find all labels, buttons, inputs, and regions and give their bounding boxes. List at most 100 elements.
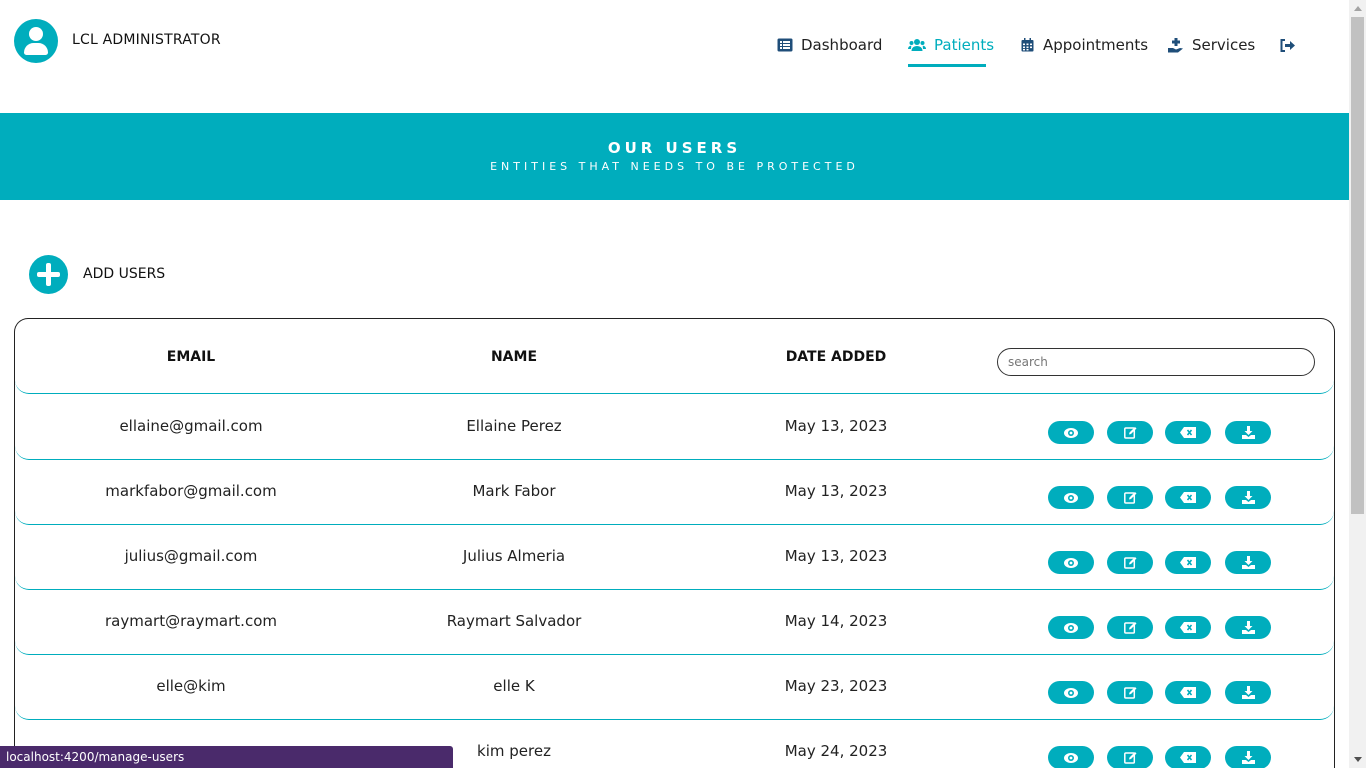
view-icon [1064, 557, 1078, 568]
banner-subtitle: ENTITIES THAT NEEDS TO BE PROTECTED [490, 160, 859, 173]
page: LCL ADMINISTRATOR Dashboard Patients App… [0, 0, 1349, 768]
table-row: raymart@raymart.com Raymart Salvador May 1… [15, 590, 1334, 655]
delete-icon [1180, 622, 1196, 633]
view-icon [1064, 427, 1078, 438]
delete-button[interactable] [1165, 616, 1211, 639]
add-users-button[interactable]: ADD USERS [29, 254, 166, 294]
edit-icon [1123, 686, 1137, 699]
cell-date-added: May 23, 2023 [784, 677, 888, 695]
download-button[interactable] [1225, 486, 1271, 509]
scroll-up-arrow-icon[interactable] [1349, 0, 1366, 17]
cell-name: Raymart Salvador [446, 612, 582, 630]
download-button[interactable] [1225, 616, 1271, 639]
nav: Dashboard Patients Appointments Services [0, 33, 1349, 73]
download-button[interactable] [1225, 551, 1271, 574]
delete-button[interactable] [1165, 421, 1211, 444]
nav-patients[interactable]: Patients [908, 33, 994, 57]
cell-date-added: May 24, 2023 [784, 742, 888, 760]
view-icon [1064, 622, 1078, 633]
view-icon [1064, 687, 1078, 698]
column-header-email: EMAIL [166, 349, 216, 365]
edit-button[interactable] [1107, 616, 1153, 639]
view-icon [1064, 492, 1078, 503]
cell-date-added: May 13, 2023 [784, 417, 888, 435]
nav-label: Appointments [1043, 36, 1149, 54]
cell-date-added: May 14, 2023 [784, 612, 888, 630]
cell-name: Ellaine Perez [466, 417, 562, 435]
cell-date-added: May 13, 2023 [784, 547, 888, 565]
cell-name: Julius Almeria [462, 547, 566, 565]
view-button[interactable] [1048, 486, 1094, 509]
edit-button[interactable] [1107, 486, 1153, 509]
view-button[interactable] [1048, 551, 1094, 574]
edit-button[interactable] [1107, 421, 1153, 444]
edit-button[interactable] [1107, 746, 1153, 768]
users-table: EMAIL NAME DATE ADDED ellaine@gmail.com E… [14, 318, 1335, 768]
header: LCL ADMINISTRATOR Dashboard Patients App… [0, 0, 1349, 113]
table-row: elle@kim elle K May 23, 2023 [15, 655, 1334, 720]
download-icon [1241, 556, 1255, 569]
download-button[interactable] [1225, 681, 1271, 704]
download-icon [1241, 426, 1255, 439]
edit-button[interactable] [1107, 551, 1153, 574]
edit-button[interactable] [1107, 681, 1153, 704]
delete-icon [1180, 687, 1196, 698]
status-bar-url: localhost:4200/manage-users [0, 746, 453, 768]
edit-icon [1123, 556, 1137, 569]
table-row: ellaine@gmail.com Ellaine Perez May 13, 20… [15, 395, 1334, 460]
cell-email: markfabor@gmail.com [105, 482, 277, 500]
nav-appointments[interactable]: Appointments [1019, 33, 1148, 57]
delete-button[interactable] [1165, 681, 1211, 704]
delete-icon [1180, 427, 1196, 438]
cell-email: julius@gmail.com [124, 547, 258, 565]
table-header: EMAIL NAME DATE ADDED [15, 319, 1334, 394]
search-input[interactable] [997, 348, 1315, 376]
delete-button[interactable] [1165, 486, 1211, 509]
scroll-down-arrow-icon[interactable] [1349, 751, 1366, 768]
delete-icon [1180, 557, 1196, 568]
delete-button[interactable] [1165, 746, 1211, 768]
download-button[interactable] [1225, 421, 1271, 444]
scrollbar-thumb[interactable] [1351, 17, 1364, 514]
edit-icon [1123, 621, 1137, 634]
sign-out-icon [1279, 37, 1295, 53]
cell-name: Mark Fabor [472, 482, 556, 500]
download-icon [1241, 751, 1255, 764]
delete-icon [1180, 492, 1196, 503]
view-button[interactable] [1048, 746, 1094, 768]
edit-icon [1123, 491, 1137, 504]
list-icon [777, 37, 793, 53]
nav-label: Patients [934, 36, 995, 54]
plus-circle-icon [29, 254, 68, 294]
nav-label: Dashboard [801, 36, 883, 54]
nav-label: Services [1192, 36, 1256, 54]
cell-email: elle@kim [156, 677, 226, 695]
download-icon [1241, 621, 1255, 634]
add-users-label: ADD USERS [83, 266, 166, 282]
nav-services[interactable]: Services [1168, 33, 1255, 57]
download-icon [1241, 491, 1255, 504]
cell-email: ellaine@gmail.com [119, 417, 263, 435]
view-icon [1064, 752, 1078, 763]
page-banner: OUR USERS ENTITIES THAT NEEDS TO BE PROT… [0, 113, 1349, 200]
view-button[interactable] [1048, 681, 1094, 704]
logout-button[interactable] [1279, 33, 1303, 57]
column-header-date-added: DATE ADDED [785, 349, 887, 365]
column-header-name: NAME [490, 349, 538, 365]
cell-name: elle K [493, 677, 535, 695]
edit-icon [1123, 751, 1137, 764]
download-icon [1241, 686, 1255, 699]
table-row: julius@gmail.com Julius Almeria May 13, 20… [15, 525, 1334, 590]
active-nav-indicator [908, 64, 986, 67]
view-button[interactable] [1048, 616, 1094, 639]
banner-title: OUR USERS [607, 139, 742, 157]
view-button[interactable] [1048, 421, 1094, 444]
download-button[interactable] [1225, 746, 1271, 768]
page-scrollbar[interactable] [1349, 0, 1366, 768]
calendar-icon [1019, 37, 1035, 53]
table-row: markfabor@gmail.com Mark Fabor May 13, 202… [15, 460, 1334, 525]
users-icon [908, 37, 926, 53]
delete-button[interactable] [1165, 551, 1211, 574]
cell-email: raymart@raymart.com [105, 612, 277, 630]
nav-dashboard[interactable]: Dashboard [777, 33, 882, 57]
